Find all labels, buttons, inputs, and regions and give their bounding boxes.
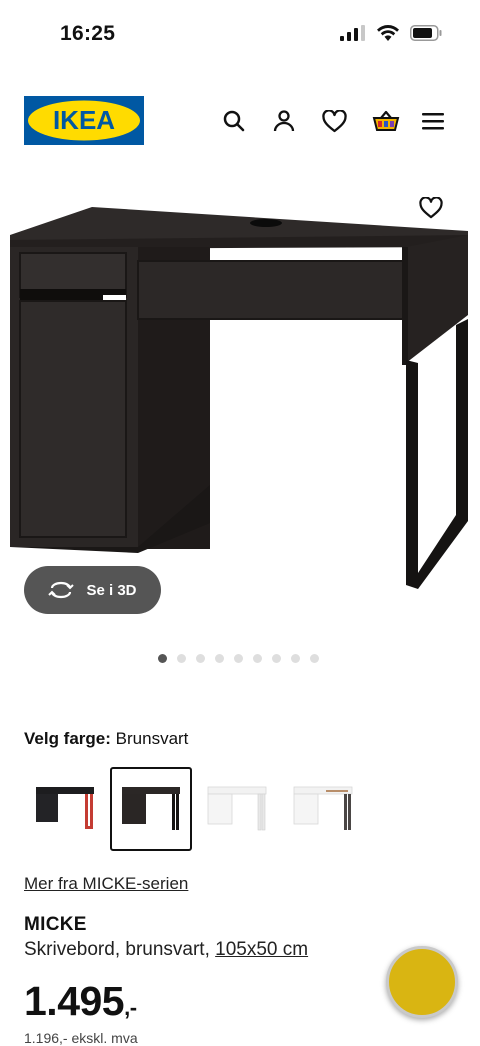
wifi-icon xyxy=(377,25,399,41)
gallery-dot[interactable] xyxy=(177,654,186,663)
color-label: Velg farge: xyxy=(24,729,111,748)
price-excl-vat: 1.196,- ekskl. mva xyxy=(24,1030,138,1046)
view-3d-button[interactable]: Se i 3D xyxy=(24,566,161,614)
product-dimensions-link[interactable]: 105x50 cm xyxy=(215,939,308,960)
account-button[interactable] xyxy=(272,106,322,136)
header-icons xyxy=(222,106,472,136)
basket-icon xyxy=(372,110,400,131)
menu-button[interactable] xyxy=(422,106,472,136)
cart-button[interactable] xyxy=(372,106,422,136)
product-description-text: Skrivebord, brunsvart, xyxy=(24,939,210,960)
favourites-button[interactable] xyxy=(322,106,372,136)
color-selection-label: Velg farge: Brunsvart xyxy=(24,729,188,749)
product-name: MICKE xyxy=(24,914,87,935)
swatch-black-red[interactable] xyxy=(24,767,106,851)
product-price: 1.495,- xyxy=(24,978,137,1025)
price-suffix: ,- xyxy=(124,995,137,1020)
favourite-product-button[interactable] xyxy=(414,192,448,224)
gallery-pagination[interactable] xyxy=(158,654,319,663)
status-time: 16:25 xyxy=(60,22,116,45)
heart-icon xyxy=(322,109,347,132)
color-value: Brunsvart xyxy=(115,729,189,748)
search-icon xyxy=(223,110,245,132)
swatch-white[interactable] xyxy=(196,767,278,851)
series-link[interactable]: Mer fra MICKE-serien xyxy=(24,874,188,894)
gallery-dot[interactable] xyxy=(272,654,281,663)
user-icon xyxy=(273,110,295,132)
swatch-white-oak[interactable] xyxy=(282,767,364,851)
gallery-dot[interactable] xyxy=(310,654,319,663)
gallery-dot[interactable] xyxy=(215,654,224,663)
gallery-dot[interactable] xyxy=(291,654,300,663)
search-button[interactable] xyxy=(222,106,272,136)
signal-icon xyxy=(340,24,365,41)
status-icons xyxy=(340,24,442,41)
gallery-dot[interactable] xyxy=(158,654,167,663)
price-value: 1.495 xyxy=(24,978,125,1024)
color-swatches xyxy=(24,767,364,851)
chat-button[interactable] xyxy=(386,946,458,1018)
swatch-black-brown[interactable] xyxy=(110,767,192,851)
rotate-3d-icon xyxy=(48,581,75,599)
heart-icon xyxy=(419,197,443,219)
gallery-dot[interactable] xyxy=(196,654,205,663)
menu-icon xyxy=(422,113,444,130)
battery-icon xyxy=(410,24,442,41)
gallery-dot[interactable] xyxy=(234,654,243,663)
logo-text: IKEA xyxy=(53,105,115,135)
product-image[interactable] xyxy=(0,185,480,605)
ikea-logo[interactable]: IKEA xyxy=(24,96,144,145)
product-description: Skrivebord, brunsvart, 105x50 cm xyxy=(24,939,308,961)
gallery-dot[interactable] xyxy=(253,654,262,663)
view-3d-label: Se i 3D xyxy=(86,581,137,599)
